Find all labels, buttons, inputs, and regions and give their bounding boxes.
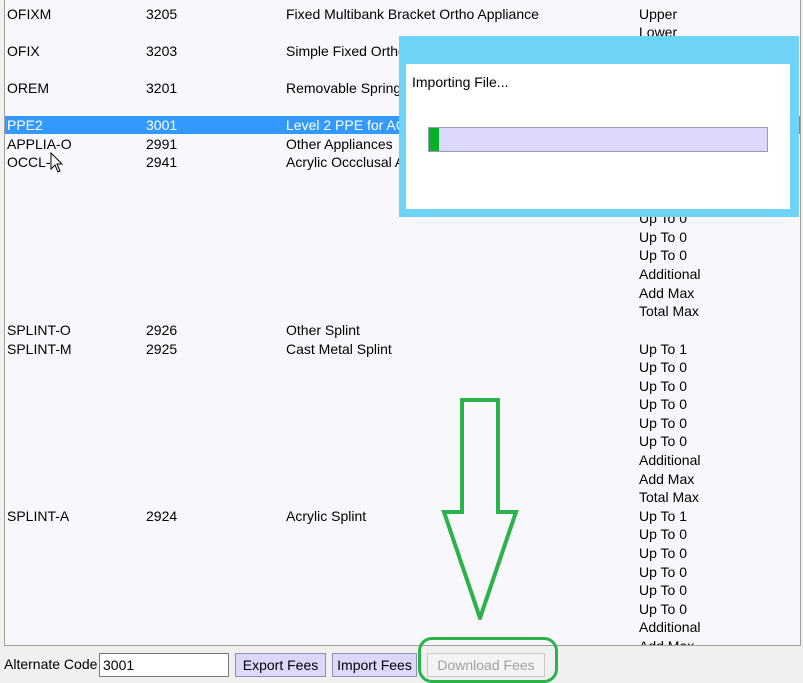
limit-text: Up To 0 [639, 378, 687, 394]
row-description: Cast Metal Splint [286, 341, 392, 357]
alternate-code-input[interactable] [99, 653, 229, 677]
limit-text: Up To 0 [639, 601, 687, 617]
progress-fill [429, 128, 440, 151]
row-number: 2924 [146, 508, 178, 524]
list-row[interactable]: OFIXM 3205 Fixed Multibank Bracket Ortho… [5, 5, 800, 23]
row-code: SPLINT-M [7, 341, 72, 357]
row-code: APPLIA-O [7, 136, 72, 152]
import-progress-dialog: Importing File... [399, 36, 799, 217]
mouse-cursor-icon [50, 152, 64, 173]
list-row[interactable]: SPLINT-O 2926 Other Splint [5, 321, 800, 339]
row-description: Other Splint [286, 322, 360, 338]
row-description: Acrylic Splint [286, 508, 367, 524]
limit-text: Up To 0 [639, 229, 687, 245]
limit-text: Up To 0 [639, 582, 687, 598]
row-code: SPLINT-O [7, 322, 71, 338]
row-description: Removable Spring [286, 80, 402, 96]
row-description: Simple Fixed Ortho [286, 43, 406, 59]
row-description: Other Appliances [286, 136, 393, 152]
limit-text: Add Max [639, 285, 695, 301]
row-number: 2925 [146, 341, 178, 357]
limit-text: Up To 0 [639, 564, 687, 580]
row-number: 2991 [146, 136, 178, 152]
row-number: 3201 [146, 80, 178, 96]
annotation-arrow-icon [441, 398, 519, 620]
limit-text: Up To 0 [639, 396, 687, 412]
limit-text: Up To 0 [639, 526, 687, 542]
limit-text: Additional [639, 619, 701, 635]
import-fees-button[interactable]: Import Fees [332, 653, 417, 677]
limit-text: Up To 0 [639, 433, 687, 449]
limit-text: Up To 0 [639, 545, 687, 561]
row-number: 3203 [146, 43, 178, 59]
row-description: Level 2 PPE for AC [286, 117, 406, 133]
alternate-code-label: Alternate Code [4, 656, 98, 672]
row-number: 2926 [146, 322, 178, 338]
export-fees-button[interactable]: Export Fees [235, 653, 326, 677]
row-code: OFIXM [7, 6, 52, 22]
limit-text: Up To 1 [639, 341, 687, 357]
limit-text: Additional [639, 452, 701, 468]
row-code: SPLINT-A [7, 508, 70, 524]
row-description: Fixed Multibank Bracket Ortho Appliance [286, 6, 539, 22]
row-number: 2941 [146, 154, 178, 170]
row-number: 3001 [146, 117, 178, 133]
limit-text: Total Max [639, 489, 699, 505]
row-code: OREM [7, 80, 49, 96]
limit-text: Up To 0 [639, 359, 687, 375]
limit-text: Add Max [639, 638, 695, 646]
limit-text: Up To 0 [639, 415, 687, 431]
limit-text: Up To 0 [639, 247, 687, 263]
row-description: Acrylic Occclusal A [286, 154, 405, 170]
dialog-content: Importing File... [406, 64, 790, 209]
limit-text: Add Max [639, 471, 695, 487]
row-code: OFIX [7, 43, 40, 59]
dialog-message: Importing File... [412, 74, 509, 90]
row-code: PPE2 [7, 117, 43, 133]
limit-text: Total Max [639, 303, 699, 319]
limit-text: Additional [639, 266, 701, 282]
row-code: OCCL- [7, 154, 51, 170]
annotation-highlight-box [418, 637, 558, 683]
limit-text: Upper [639, 6, 678, 22]
limit-text: Up To 1 [639, 508, 687, 524]
progress-bar [428, 127, 768, 152]
row-number: 3205 [146, 6, 178, 22]
